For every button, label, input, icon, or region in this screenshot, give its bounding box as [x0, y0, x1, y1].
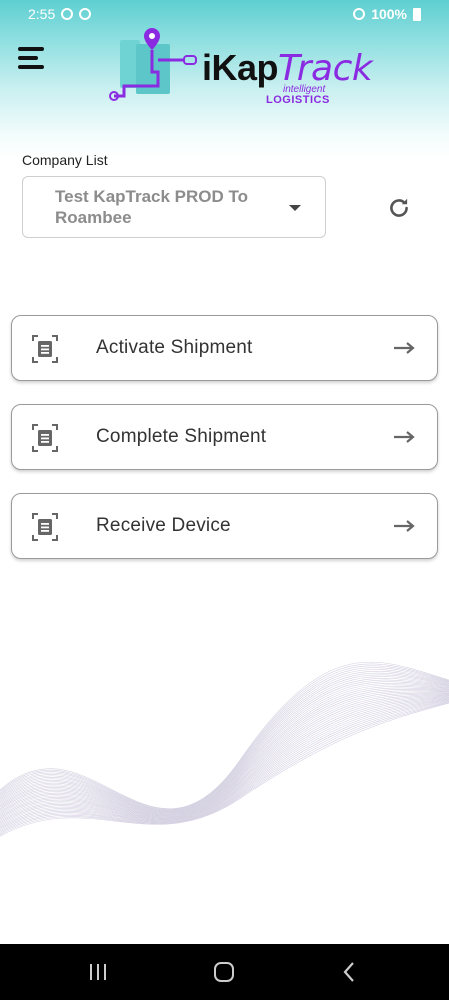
- chevron-down-icon: [289, 205, 301, 211]
- logo-wordmark: iKapTrack: [202, 47, 373, 89]
- app-logo: iKapTrack intelligent LOGISTICS: [106, 26, 396, 110]
- arrow-right-icon: [394, 431, 415, 443]
- company-selected-value: Test KapTrack PROD To Roambee: [55, 187, 249, 227]
- document-scan-icon: [32, 424, 58, 452]
- receive-device-button[interactable]: Receive Device: [11, 493, 438, 559]
- wave-line: [0, 693, 449, 819]
- recents-icon[interactable]: [84, 960, 112, 984]
- decorative-wave-background: [0, 661, 449, 837]
- back-icon[interactable]: [336, 960, 364, 984]
- status-time: 2:55: [28, 6, 56, 22]
- arrow-right-icon: [394, 520, 415, 532]
- notification-icon: [79, 8, 92, 20]
- logo-subtitle: LOGISTICS: [266, 94, 330, 106]
- home-icon[interactable]: [210, 960, 238, 984]
- hamburger-menu-icon[interactable]: [16, 44, 48, 74]
- company-list-label: Company List: [22, 152, 108, 168]
- status-bar: 2:55 100%: [0, 0, 449, 28]
- receive-device-label: Receive Device: [96, 515, 231, 536]
- complete-shipment-label: Complete Shipment: [96, 426, 267, 447]
- battery-level: 100%: [371, 6, 407, 22]
- wave-line: [0, 702, 449, 837]
- arrow-right-icon: [394, 342, 415, 354]
- wifi-icon: [353, 8, 366, 20]
- notification-icon: [61, 8, 74, 20]
- activate-shipment-button[interactable]: Activate Shipment: [11, 315, 438, 381]
- complete-shipment-button[interactable]: Complete Shipment: [11, 404, 438, 470]
- company-dropdown[interactable]: Test KapTrack PROD To Roambee: [22, 176, 326, 238]
- battery-icon: [413, 7, 421, 21]
- logo-map-pin-icon: [109, 28, 197, 101]
- system-navigation-bar: [0, 944, 449, 1000]
- refresh-icon[interactable]: [386, 195, 412, 221]
- activate-shipment-label: Activate Shipment: [96, 337, 253, 358]
- document-scan-icon: [32, 513, 58, 541]
- document-scan-icon: [32, 335, 58, 363]
